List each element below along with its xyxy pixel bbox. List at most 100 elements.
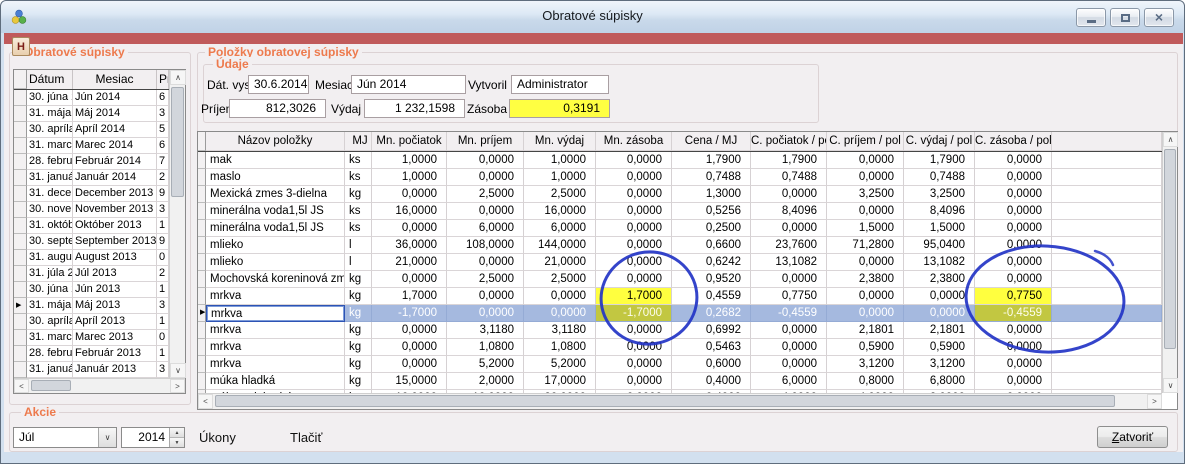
cell-mesiac[interactable]: Apríl 2014 xyxy=(73,122,157,138)
year-stepper[interactable]: 2014 ▲ ▼ xyxy=(121,427,185,448)
cell-datum[interactable]: 31. mája 2013 xyxy=(27,298,73,314)
cell-value[interactable]: 0,0000 xyxy=(827,203,904,220)
cell-value[interactable]: 17,0000 xyxy=(524,373,596,390)
cell-value[interactable]: 0,4559 xyxy=(672,288,751,305)
table-row[interactable]: 30. septembra 2013September 20139 xyxy=(14,234,169,250)
table-row[interactable]: 30. júna 2014Jún 20146 xyxy=(14,90,169,106)
table-row[interactable]: 31. augusta 2013August 20130 xyxy=(14,250,169,266)
tlacit-menu[interactable]: Tlačiť xyxy=(290,430,322,445)
cell-nazov[interactable]: mrkva xyxy=(206,356,345,373)
cell-prijem[interactable]: 3 xyxy=(157,298,169,314)
cell-value[interactable]: 2,1801 xyxy=(904,322,975,339)
cell-nazov[interactable]: mrkva xyxy=(206,322,345,339)
cell-value[interactable]: 8,4096 xyxy=(751,203,827,220)
cell-value[interactable]: 0,2682 xyxy=(672,305,751,322)
cell-value[interactable]: 0,6242 xyxy=(672,254,751,271)
cell-nazov[interactable]: mlieko xyxy=(206,254,345,271)
cell-value[interactable]: 144,0000 xyxy=(524,237,596,254)
cell-value[interactable]: 0,0000 xyxy=(975,356,1052,373)
row-selector[interactable] xyxy=(198,322,206,339)
cell-value[interactable]: 1,7900 xyxy=(904,152,975,169)
cell-value[interactable]: 1,0800 xyxy=(524,339,596,356)
table-row[interactable]: Mochovská koreninová zmeskg0,00002,50002… xyxy=(198,271,1162,288)
cell-mesiac[interactable]: Apríl 2013 xyxy=(73,314,157,330)
cell-value[interactable]: 1,7900 xyxy=(751,152,827,169)
row-selector[interactable] xyxy=(198,237,206,254)
cell-value[interactable]: 0,0000 xyxy=(975,271,1052,288)
cell-mesiac[interactable]: Február 2013 xyxy=(73,346,157,362)
cell-value[interactable]: 0,0000 xyxy=(751,186,827,203)
table-row[interactable]: ▶mrkvakg-1,70000,00000,0000-1,70000,2682… xyxy=(198,305,1162,322)
row-selector[interactable] xyxy=(14,186,27,202)
cell-mesiac[interactable]: Júl 2013 xyxy=(73,266,157,282)
cell-value[interactable]: 0,0000 xyxy=(596,220,672,237)
cell-value[interactable]: 0,0000 xyxy=(751,339,827,356)
scroll-down-icon[interactable]: ∨ xyxy=(1163,378,1178,393)
cell-value[interactable]: 0,0000 xyxy=(751,220,827,237)
cell-value[interactable]: 0,0000 xyxy=(751,271,827,288)
cell-value[interactable]: 1,0000 xyxy=(524,169,596,186)
zasoba-field[interactable]: 0,3191 xyxy=(509,99,610,118)
row-selector[interactable] xyxy=(198,271,206,288)
spin-up-icon[interactable]: ▲ xyxy=(170,428,184,438)
table-row[interactable]: 31. januára 2013Január 20133 xyxy=(14,362,169,378)
cell-mesiac[interactable]: Jún 2014 xyxy=(73,90,157,106)
cell-mj[interactable]: kg xyxy=(345,305,372,322)
close-button[interactable]: × xyxy=(1144,8,1174,27)
cell-nazov[interactable]: Mexická zmes 3-dielna xyxy=(206,186,345,203)
cell-value[interactable]: 1,0000 xyxy=(372,152,447,169)
cell-value[interactable]: 0,0000 xyxy=(975,237,1052,254)
cell-datum[interactable]: 31. januára 2014 xyxy=(27,170,73,186)
cell-datum[interactable]: 30. novembra 2013 xyxy=(27,202,73,218)
cell-datum[interactable]: 30. apríla 2013 xyxy=(27,314,73,330)
cell-mj[interactable]: l xyxy=(345,237,372,254)
cell-value[interactable]: 0,5900 xyxy=(827,339,904,356)
cell-value[interactable]: 108,0000 xyxy=(447,237,524,254)
cell-value[interactable]: 0,0000 xyxy=(447,203,524,220)
cell-mesiac[interactable]: Október 2013 xyxy=(73,218,157,234)
cell-mj[interactable]: kg xyxy=(345,186,372,203)
cell-value[interactable]: 0,0000 xyxy=(596,356,672,373)
cell-prijem[interactable]: 3 xyxy=(157,106,169,122)
cell-mj[interactable]: ks xyxy=(345,220,372,237)
table-row[interactable]: mliekol36,0000108,0000144,00000,00000,66… xyxy=(198,237,1162,254)
table-row[interactable]: minerálna voda1,5l JSks0,00006,00006,000… xyxy=(198,220,1162,237)
cell-datum[interactable]: 30. septembra 2013 xyxy=(27,234,73,250)
cell-value[interactable]: 0,0000 xyxy=(904,305,975,322)
table-row[interactable]: mrkvakg0,00005,20005,20000,00000,60000,0… xyxy=(198,356,1162,373)
row-selector[interactable] xyxy=(14,202,27,218)
cell-value[interactable]: 0,0000 xyxy=(596,339,672,356)
cell-value[interactable]: 0,0000 xyxy=(975,322,1052,339)
cell-prijem[interactable]: 2 xyxy=(157,266,169,282)
row-selector[interactable] xyxy=(14,282,27,298)
cell-value[interactable]: 0,0000 xyxy=(975,373,1052,390)
table-row[interactable]: masloks1,00000,00001,00000,00000,74880,7… xyxy=(198,169,1162,186)
cell-value[interactable]: 5,2000 xyxy=(447,356,524,373)
cell-prijem[interactable]: 3 xyxy=(157,362,169,378)
cell-value[interactable]: 0,0000 xyxy=(447,288,524,305)
row-selector[interactable] xyxy=(198,152,206,169)
cell-mj[interactable]: kg xyxy=(345,339,372,356)
scrollbar-thumb[interactable] xyxy=(31,380,71,391)
cell-value[interactable]: 0,0000 xyxy=(751,356,827,373)
row-selector[interactable] xyxy=(14,234,27,250)
cell-value[interactable]: 0,0000 xyxy=(596,271,672,288)
scroll-right-icon[interactable]: > xyxy=(1147,394,1162,409)
scroll-down-icon[interactable]: ∨ xyxy=(170,363,186,378)
supisky-vertical-scrollbar[interactable]: ∧ ∨ xyxy=(169,70,185,378)
table-row[interactable]: Mexická zmes 3-dielnakg0,00002,50002,500… xyxy=(198,186,1162,203)
cell-value[interactable]: 1,5000 xyxy=(904,220,975,237)
cell-value[interactable]: -1,7000 xyxy=(596,305,672,322)
table-row[interactable]: 30. apríla 2014Apríl 20145 xyxy=(14,122,169,138)
cell-prijem[interactable]: 6 xyxy=(157,138,169,154)
cell-value[interactable]: 0,0000 xyxy=(975,203,1052,220)
cell-value[interactable]: 2,5000 xyxy=(524,271,596,288)
cell-value[interactable]: 2,5000 xyxy=(524,186,596,203)
mesiac-field[interactable]: Jún 2014 xyxy=(351,75,466,94)
row-selector[interactable] xyxy=(14,330,27,346)
cell-value[interactable]: 1,0000 xyxy=(524,152,596,169)
cell-mesiac[interactable]: August 2013 xyxy=(73,250,157,266)
row-selector[interactable] xyxy=(198,254,206,271)
cell-value[interactable]: 0,5256 xyxy=(672,203,751,220)
table-row[interactable]: 28. februára 2014Február 20147 xyxy=(14,154,169,170)
